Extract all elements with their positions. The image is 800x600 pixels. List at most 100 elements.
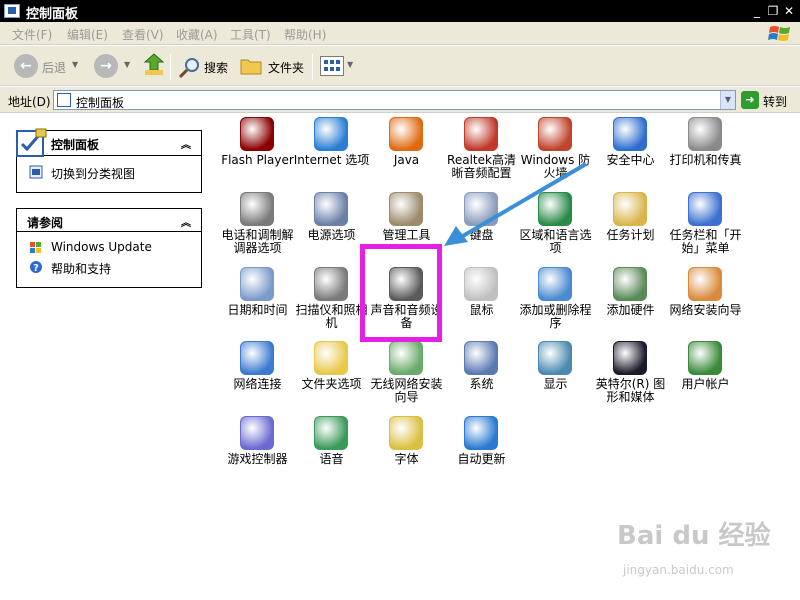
svg-text:?: ? [33,263,39,274]
forward-arrow-icon[interactable]: → [94,54,118,78]
fonts-icon [389,416,423,450]
help-and-support-link[interactable]: ? 帮助和支持 [17,257,201,277]
back-arrow-icon[interactable]: ← [14,54,38,78]
address-dropdown-icon[interactable]: ▼ [720,91,735,109]
control-panel-item[interactable]: 扫描仪和照相机 [294,267,369,342]
menu-bar: 文件(F) 编辑(E) 查看(V) 收藏(A) 工具(T) 帮助(H) [0,22,800,45]
control-panel-item-label: 添加或删除程序 [519,303,592,330]
toolbar-divider [170,54,171,80]
forward-dropdown-icon[interactable]: ▼ [124,60,130,69]
control-panel-item-label: 任务栏和「开始」菜单 [669,228,742,255]
minimize-button[interactable]: _ [749,3,765,19]
control-panel-item[interactable]: 日期和时间 [220,267,295,342]
intel-graphics-icon [613,341,647,375]
control-panel-item[interactable]: Java [369,117,444,192]
control-panel-item[interactable]: 电源选项 [294,192,369,267]
control-panel-item[interactable]: 无线网络安装向导 [369,341,444,416]
control-panel-item[interactable]: 网络安装向导 [668,267,743,342]
control-panel-item-label: 无线网络安装向导 [370,377,443,404]
views-icon[interactable] [320,56,344,76]
address-input[interactable]: 控制面板 [53,90,736,110]
control-panel-item-label: 安全中心 [606,153,655,167]
control-panel-item[interactable]: 添加硬件 [593,267,668,342]
network-connections-icon [240,341,274,375]
menu-help[interactable]: 帮助(H) [284,26,326,43]
back-button-label[interactable]: 后退 [42,59,66,76]
control-panel-item[interactable]: 任务计划 [593,192,668,267]
control-panel-item-label: Java [393,153,420,167]
views-dropdown-icon[interactable]: ▼ [347,60,353,69]
menu-view[interactable]: 查看(V) [122,26,164,43]
control-panel-item[interactable]: Internet 选项 [294,117,369,192]
add-hardware-icon [613,267,647,301]
control-panel-item-label: 自动更新 [457,452,506,466]
control-panel-item[interactable]: 系统 [444,341,519,416]
control-panel-item[interactable]: 用户帐户 [668,341,743,416]
back-dropdown-icon[interactable]: ▼ [72,60,78,69]
control-panel-item[interactable]: 英特尔(R) 图形和媒体 [593,341,668,416]
control-panel-item[interactable]: 任务栏和「开始」菜单 [668,192,743,267]
control-panel-item[interactable]: 游戏控制器 [220,416,295,491]
control-panel-item-label: 扫描仪和照相机 [295,303,368,330]
control-panel-item[interactable]: 网络连接 [220,341,295,416]
switch-view-icon [29,165,43,179]
switch-category-view-link[interactable]: 切换到分类视图 [17,162,201,182]
title-bar: 控制面板 _ ❐ ✕ [0,0,800,22]
go-button[interactable]: ➜ 转到 [740,90,798,110]
address-bar: 地址(D) 控制面板 ▼ ➜ 转到 [0,87,800,113]
help-and-support-label: 帮助和支持 [51,262,112,276]
control-panel-item[interactable]: 添加或删除程序 [518,267,593,342]
java-icon [389,117,423,151]
network-setup-icon [688,267,722,301]
go-arrow-icon: ➜ [741,91,759,109]
menu-file[interactable]: 文件(F) [12,26,52,43]
power-options-icon [314,192,348,226]
control-panel-item[interactable]: 管理工具 [369,192,444,267]
collapse-icon[interactable]: ︽ [181,214,191,229]
control-panel-item[interactable]: 自动更新 [444,416,519,491]
folders-icon[interactable] [240,57,262,75]
control-panel-item[interactable]: 显示 [518,341,593,416]
window-title: 控制面板 [26,7,79,22]
control-panel-item-label: 显示 [543,377,568,391]
admin-tools-icon [389,192,423,226]
game-controllers-icon [240,416,274,450]
control-panel-item[interactable]: 电话和调制解调器选项 [220,192,295,267]
folder-options-icon [314,341,348,375]
automatic-updates-icon [464,416,498,450]
folders-button-label[interactable]: 文件夹 [268,59,304,76]
menu-edit[interactable]: 编辑(E) [67,26,108,43]
search-icon[interactable] [178,57,202,79]
maximize-button[interactable]: ❐ [765,3,781,19]
control-panel-icon [57,93,71,107]
up-folder-icon[interactable] [143,52,165,76]
panel-title: 请参阅 [27,216,64,230]
add-remove-programs-icon [538,267,572,301]
control-panel-item-label: 文件夹选项 [301,377,362,391]
control-panel-icon [4,4,20,18]
control-panel-item[interactable]: 语音 [294,416,369,491]
control-panel-item-label: 管理工具 [382,228,431,242]
menu-favorites[interactable]: 收藏(A) [176,26,218,43]
search-button-label[interactable]: 搜索 [204,59,228,76]
menu-tools[interactable]: 工具(T) [230,26,271,43]
control-panel-item[interactable]: 鼠标 [444,267,519,342]
panel-header[interactable]: 请参阅 ︽ [17,209,201,232]
windows-update-label: Windows Update [51,240,152,254]
collapse-icon[interactable]: ︽ [181,136,191,151]
control-panel-item[interactable]: 声音和音频设备 [369,267,444,342]
control-panel-item[interactable]: Flash Player [220,117,295,192]
go-button-label: 转到 [763,95,788,109]
toolbar-divider [312,54,313,80]
control-panel-item[interactable]: 打印机和传真 [668,117,743,192]
control-panel-item-label: 日期和时间 [227,303,288,317]
windows-update-link[interactable]: Windows Update [17,237,201,257]
control-panel-item[interactable]: 安全中心 [593,117,668,192]
control-panel-item[interactable]: 字体 [369,416,444,491]
control-panel-item[interactable]: 文件夹选项 [294,341,369,416]
close-button[interactable]: ✕ [781,3,797,19]
help-icon: ? [30,261,42,274]
firewall-icon [538,117,572,151]
phone-modem-icon [240,192,274,226]
panel-title: 控制面板 [51,138,100,152]
